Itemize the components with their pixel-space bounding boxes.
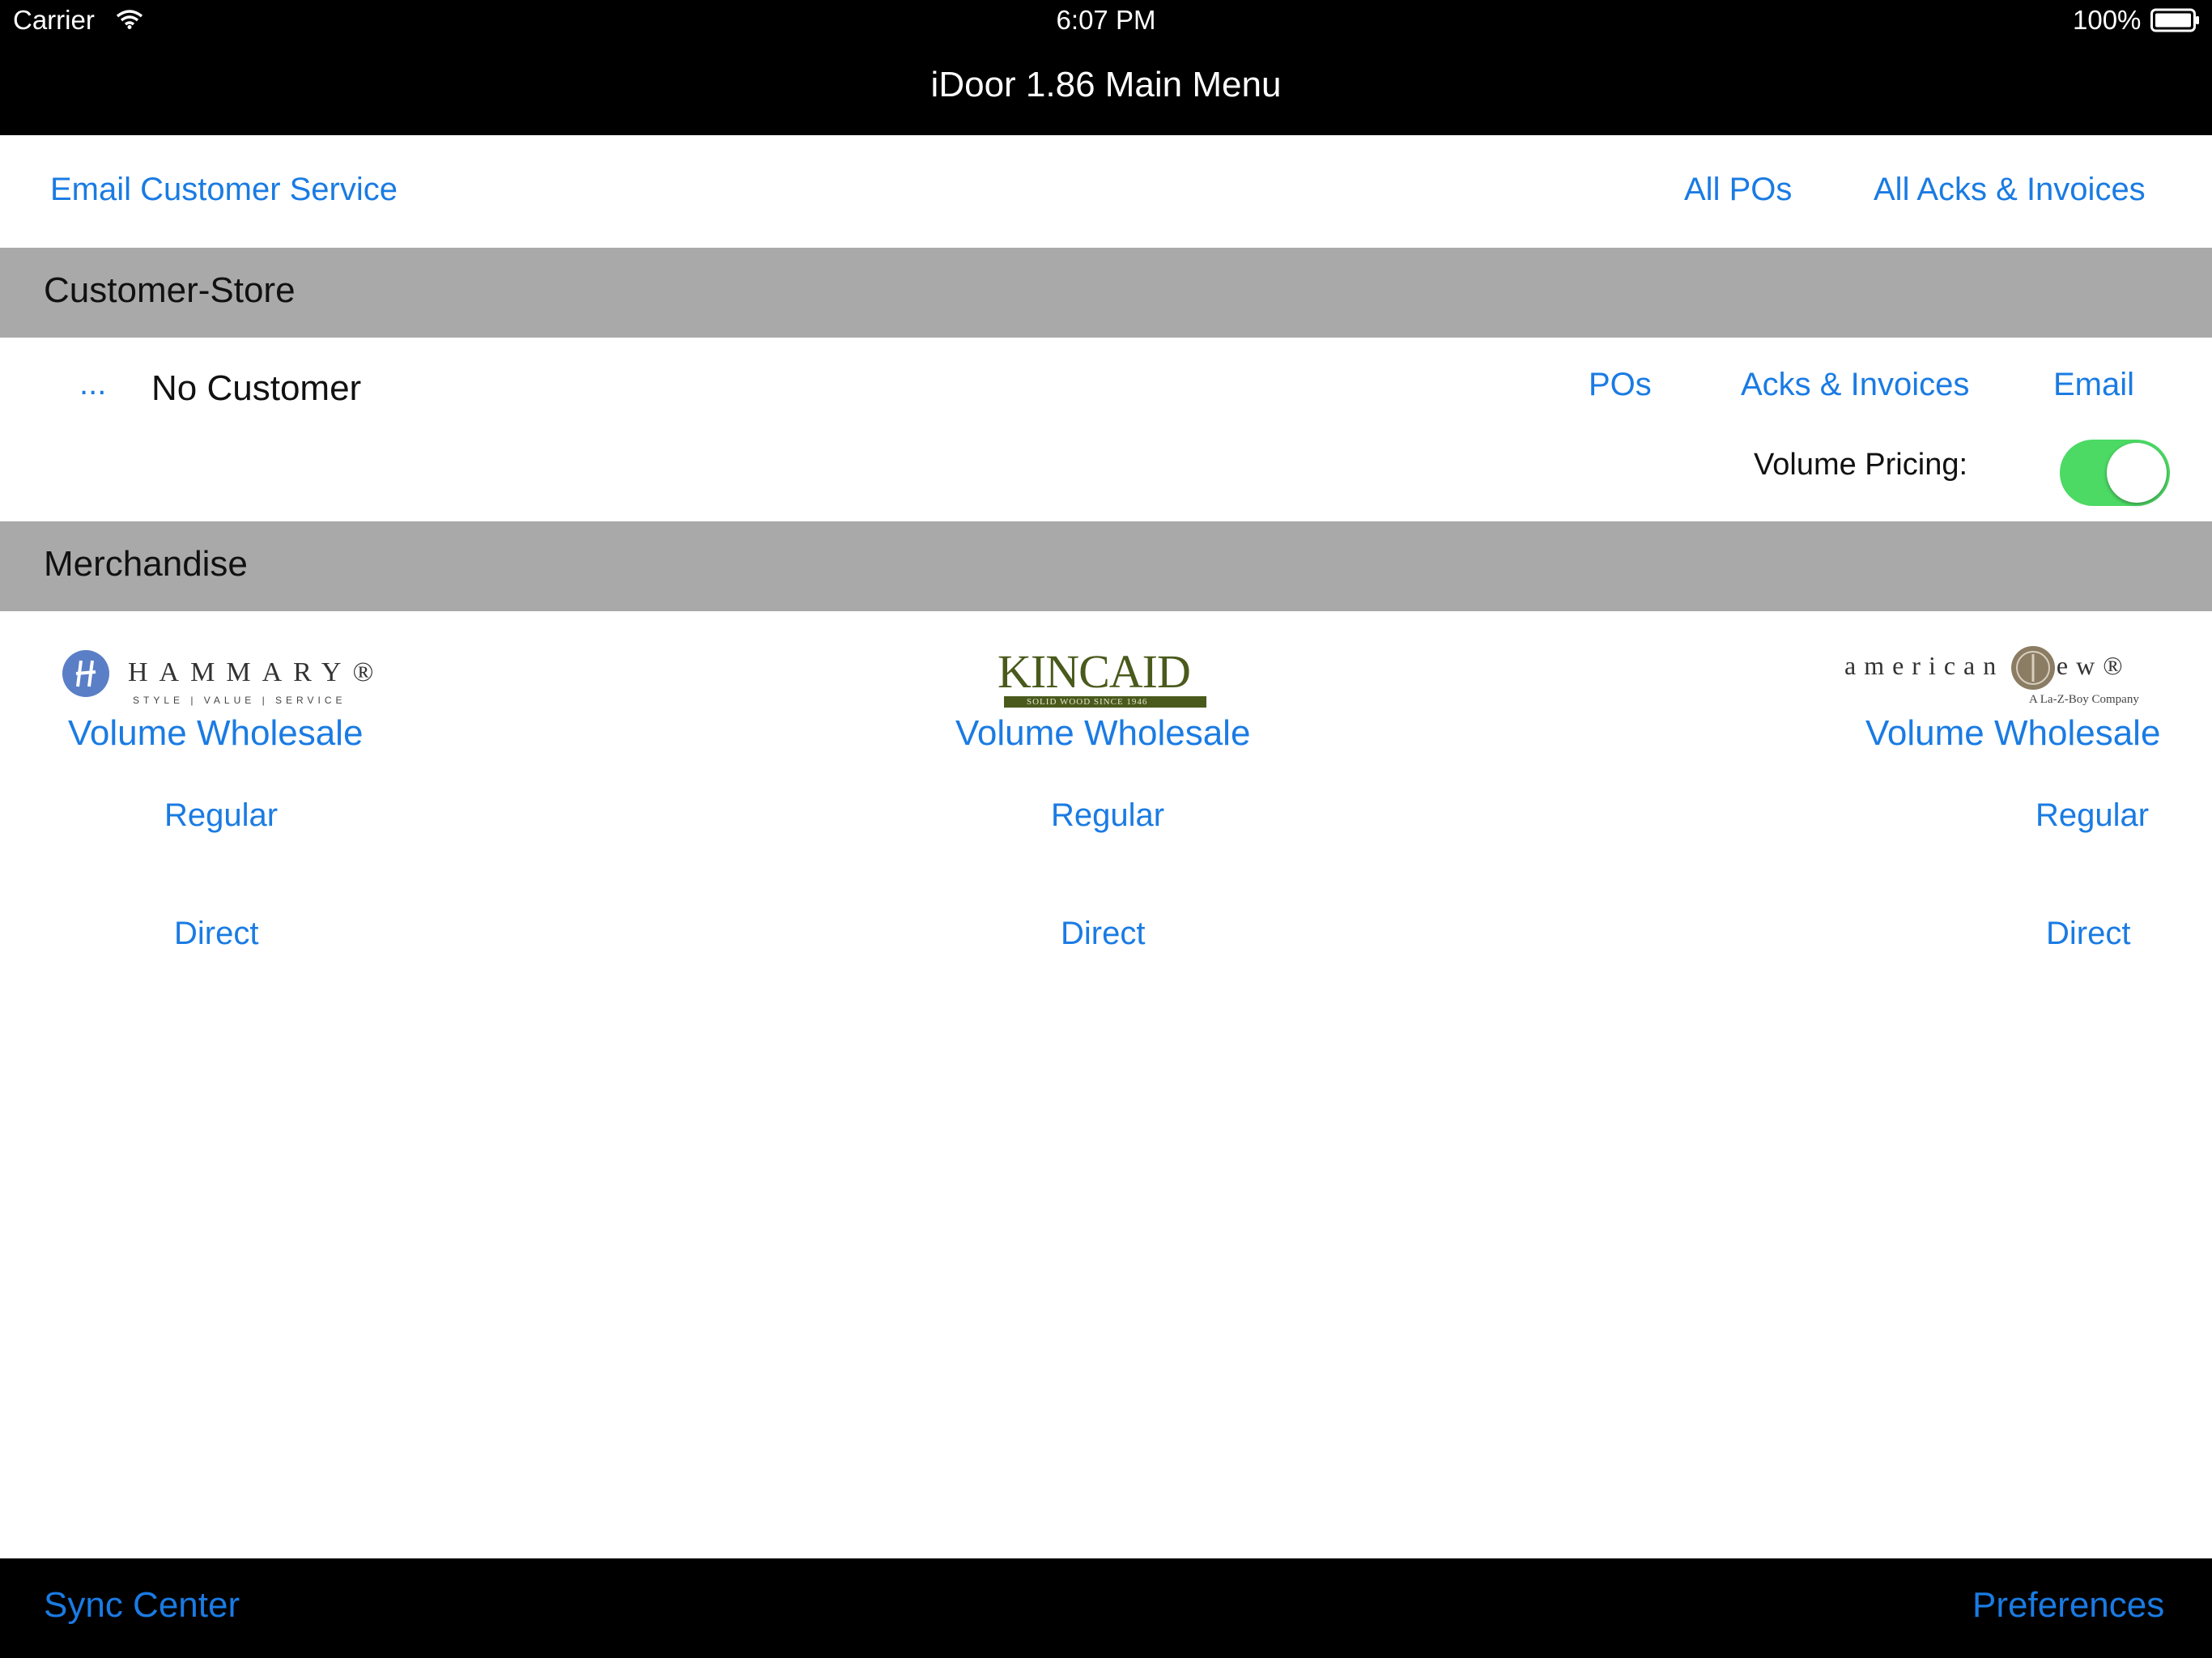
customer-name: No Customer (151, 368, 362, 408)
american-drew-emblem-icon (2011, 646, 2055, 690)
top-bar: Carrier 6:07 PM 100% iDoor 1.86 Main Men… (0, 0, 2212, 135)
american-drew-volume-wholesale-button[interactable]: Volume Wholesale (1865, 713, 2160, 754)
hammary-logo: HAMMARY® STYLE | VALUE | SERVICE (60, 648, 384, 712)
kincaid-volume-wholesale-button[interactable]: Volume Wholesale (955, 713, 1250, 754)
customer-store-title: Customer-Store (44, 270, 296, 310)
american-drew-logo-text: american drew® (1844, 651, 2131, 680)
hammary-logo-tagline: STYLE | VALUE | SERVICE (133, 695, 347, 706)
preferences-button[interactable]: Preferences (1972, 1585, 2164, 1626)
all-pos-button[interactable]: All POs (1684, 172, 1792, 208)
volume-pricing-toggle[interactable] (2060, 440, 2170, 506)
hammary-logo-text: HAMMARY® (128, 657, 385, 687)
hammary-volume-wholesale-button[interactable]: Volume Wholesale (68, 713, 363, 754)
customer-acks-invoices-button[interactable]: Acks & Invoices (1741, 367, 1969, 403)
hammary-direct-button[interactable]: Direct (174, 916, 258, 952)
kincaid-logo-text: KINCAID (998, 645, 1191, 698)
hammary-emblem-icon (62, 650, 109, 697)
merchandise-title: Merchandise (44, 544, 248, 584)
customer-more-button[interactable]: ... (79, 366, 106, 402)
kincaid-direct-button[interactable]: Direct (1061, 916, 1145, 952)
kincaid-logo-band: SOLID WOOD SINCE 1946 (1004, 696, 1206, 708)
volume-pricing-label: Volume Pricing: (1754, 448, 1968, 482)
kincaid-logo-tagline: SOLID WOOD SINCE 1946 (1027, 697, 1148, 707)
customer-email-button[interactable]: Email (2053, 367, 2134, 403)
bottom-toolbar: Sync Center Preferences (0, 1558, 2212, 1658)
american-drew-logo-tagline: A La-Z-Boy Company (2029, 693, 2139, 706)
merchandise-header: Merchandise (0, 521, 2212, 611)
american-drew-direct-button[interactable]: Direct (2046, 916, 2130, 952)
clock: 6:07 PM (1056, 5, 1156, 35)
american-drew-logo: american drew® A La-Z-Boy Company (1843, 644, 2159, 712)
hammary-regular-button[interactable]: Regular (164, 797, 278, 834)
battery-percent: 100% (2073, 5, 2142, 35)
page-title: iDoor 1.86 Main Menu (930, 65, 1282, 104)
toggle-knob (2107, 443, 2167, 503)
customer-pos-button[interactable]: POs (1589, 367, 1652, 403)
all-acks-invoices-button[interactable]: All Acks & Invoices (1874, 172, 2146, 208)
customer-store-header: Customer-Store (0, 248, 2212, 338)
kincaid-regular-button[interactable]: Regular (1051, 797, 1164, 834)
sync-center-button[interactable]: Sync Center (44, 1585, 240, 1626)
battery-icon (2150, 8, 2199, 32)
kincaid-logo: KINCAID SOLID WOOD SINCE 1946 (996, 645, 1214, 714)
email-customer-service-button[interactable]: Email Customer Service (50, 172, 398, 208)
american-drew-regular-button[interactable]: Regular (2035, 797, 2149, 834)
